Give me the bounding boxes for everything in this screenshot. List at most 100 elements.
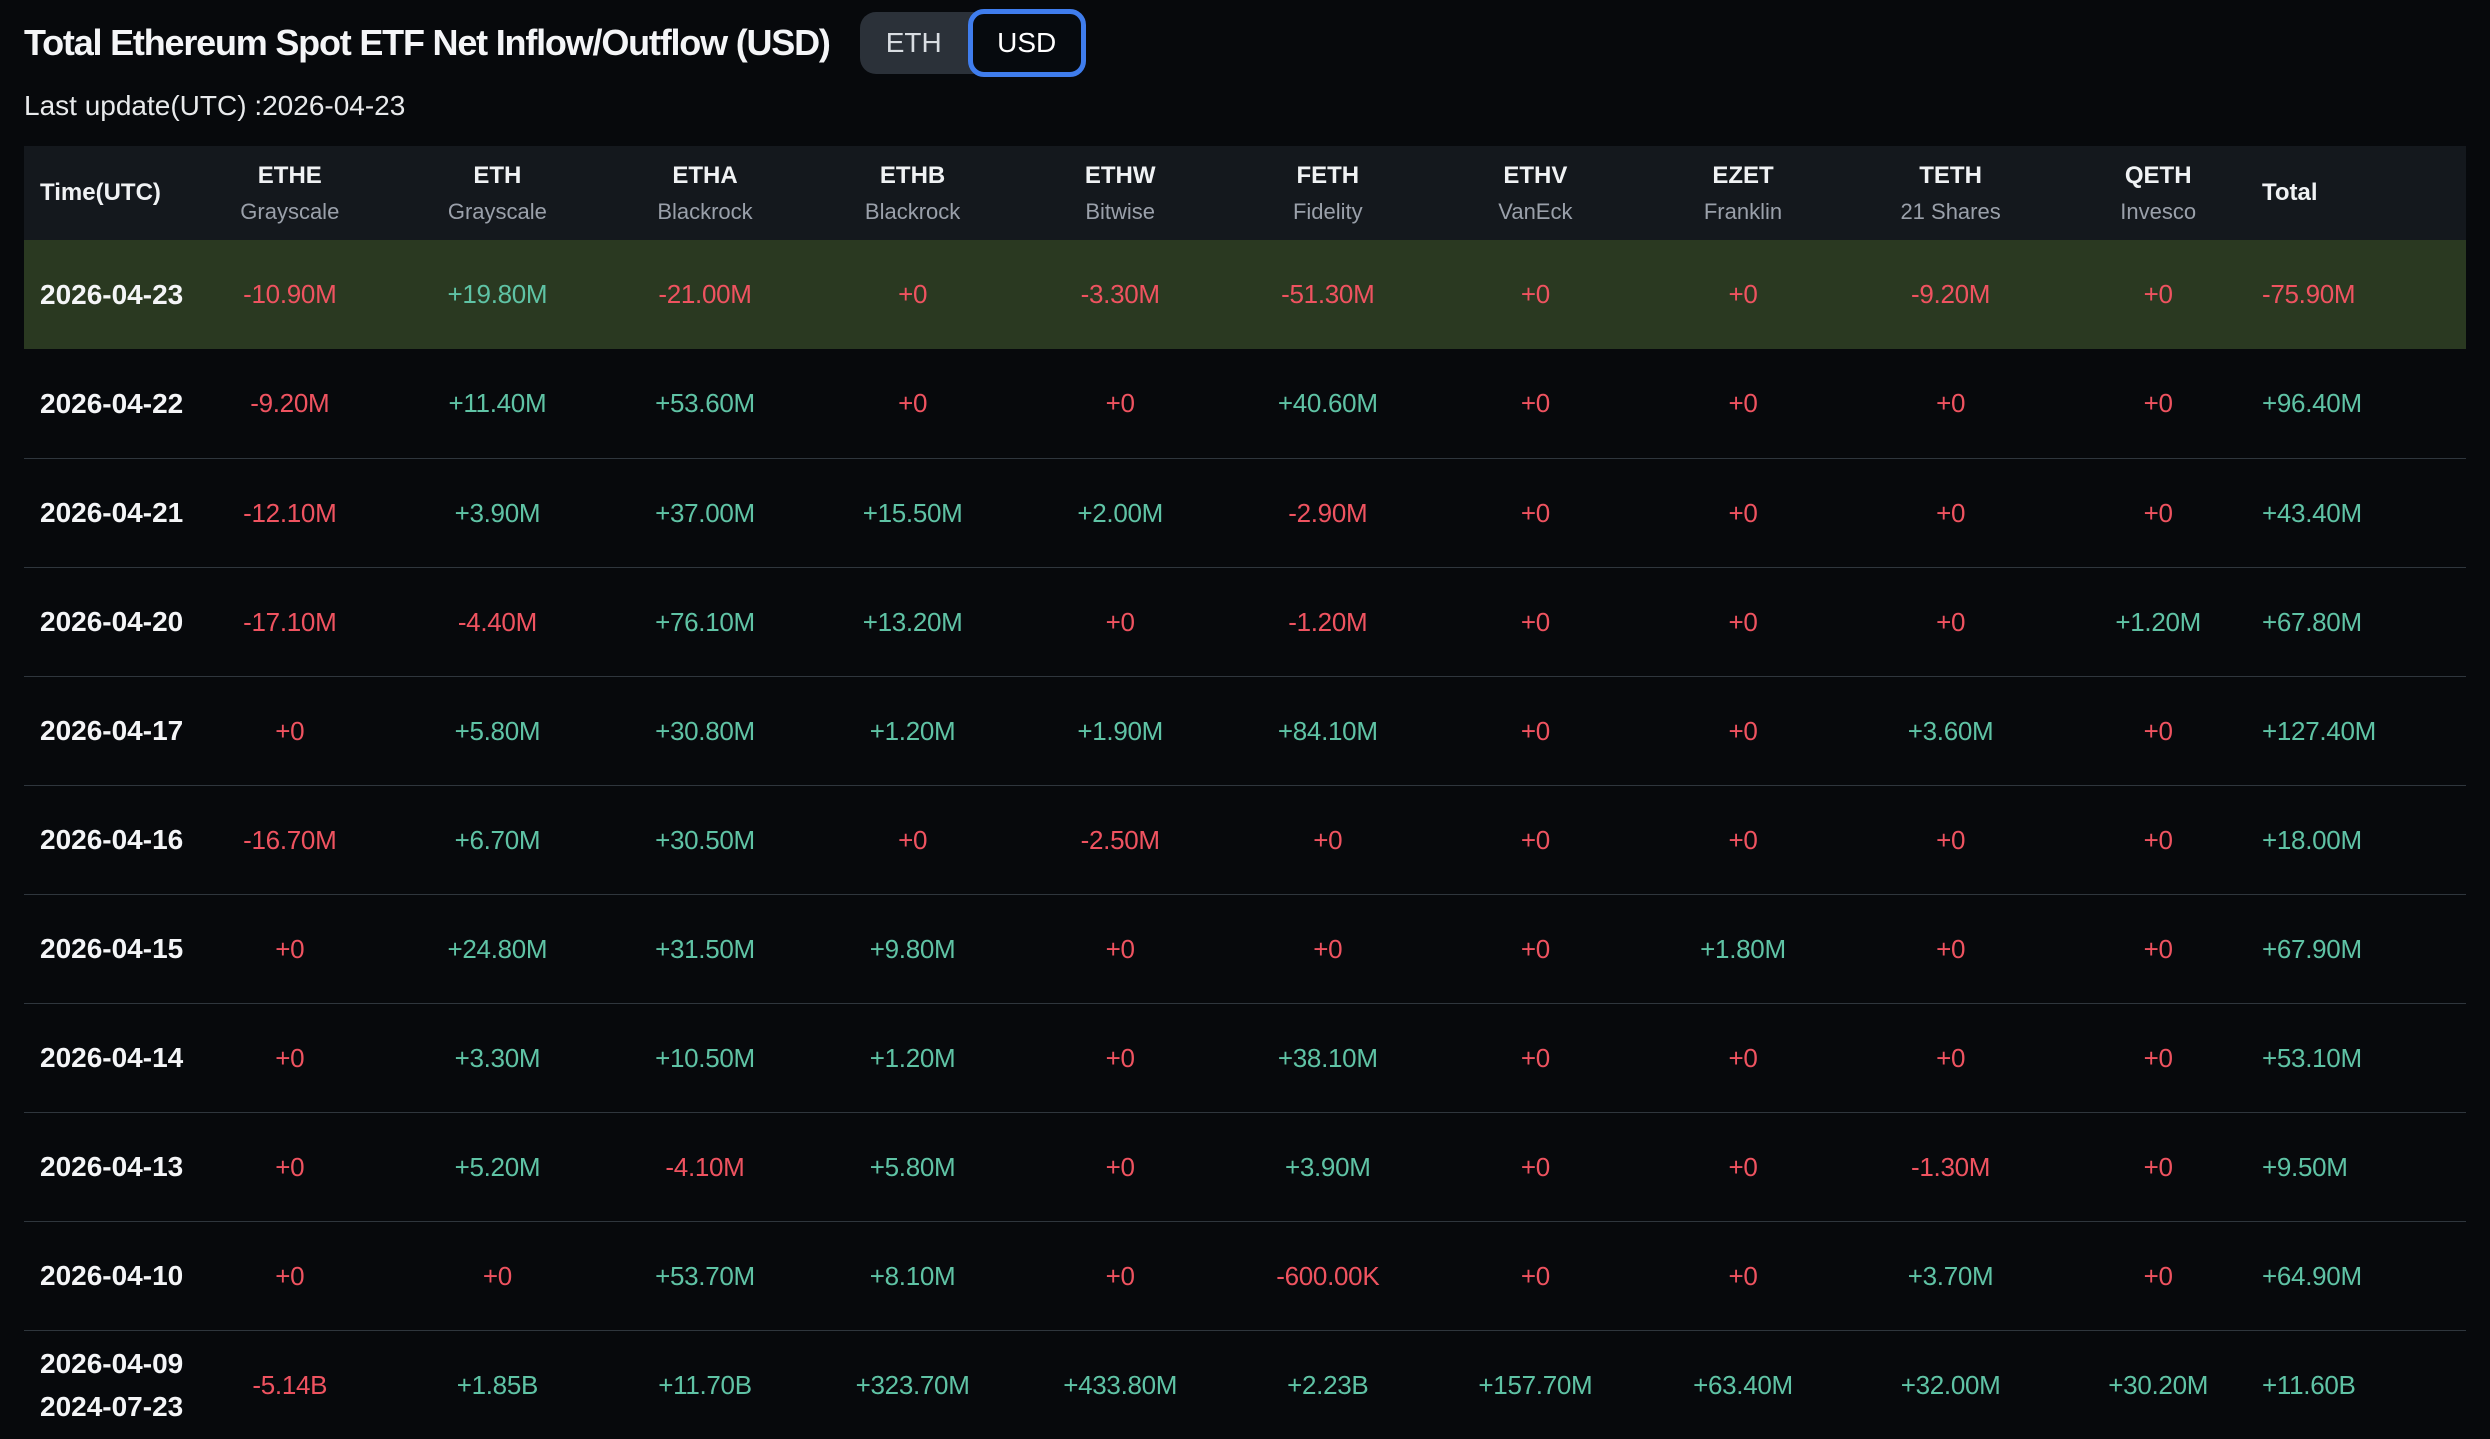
value-cell: +3.60M xyxy=(1847,716,2055,747)
value-cell: +0 xyxy=(1847,498,2055,529)
value-cell: +0 xyxy=(2054,825,2262,856)
table-row: 2026-04-13+0+5.20M-4.10M+5.80M+0+3.90M+0… xyxy=(24,1112,2466,1221)
value-cell: +0 xyxy=(1639,1043,1847,1074)
date-cell: 2026-04-23 xyxy=(24,273,186,316)
value-cell: +2.00M xyxy=(1016,498,1224,529)
value-cell: +0 xyxy=(1639,1152,1847,1183)
value-cell: +32.00M xyxy=(1847,1370,2055,1401)
value-cell: +0 xyxy=(1639,388,1847,419)
value-cell: +0 xyxy=(1432,1261,1640,1292)
value-cell: +0 xyxy=(1016,607,1224,638)
total-cell: +67.90M xyxy=(2262,934,2466,965)
value-cell: +1.80M xyxy=(1639,934,1847,965)
date-cell: 2026-04-20 xyxy=(24,600,186,643)
value-cell: +24.80M xyxy=(394,934,602,965)
table-row: 2026-04-10+0+0+53.70M+8.10M+0-600.00K+0+… xyxy=(24,1221,2466,1330)
date-cell: 2026-04-22 xyxy=(24,382,186,425)
value-cell: +2.23B xyxy=(1224,1370,1432,1401)
value-cell: +38.10M xyxy=(1224,1043,1432,1074)
value-cell: -4.40M xyxy=(394,607,602,638)
value-cell: +30.50M xyxy=(601,825,809,856)
date-cell: 2026-04-17 xyxy=(24,709,186,752)
col-issuer: VanEck xyxy=(1432,199,1640,225)
value-cell: +0 xyxy=(1847,388,2055,419)
col-issuer: 21 Shares xyxy=(1847,199,2055,225)
date-cell: 2026-04-14 xyxy=(24,1036,186,1079)
col-issuer: Fidelity xyxy=(1224,199,1432,225)
value-cell: +3.70M xyxy=(1847,1261,2055,1292)
value-cell: -2.50M xyxy=(1016,825,1224,856)
value-cell: +6.70M xyxy=(394,825,602,856)
total-cell: +11.60B xyxy=(2262,1370,2466,1401)
col-header-time: Time(UTC) xyxy=(24,179,186,207)
col-issuer: Grayscale xyxy=(186,199,394,225)
date-line: 2026-04-21 xyxy=(40,491,186,534)
date-line: 2026-04-23 xyxy=(40,273,186,316)
value-cell: +157.70M xyxy=(1432,1370,1640,1401)
table-row: 2026-04-22-9.20M+11.40M+53.60M+0+0+40.60… xyxy=(24,349,2466,458)
col-header-qeth: QETHInvesco xyxy=(2054,162,2262,225)
value-cell: +0 xyxy=(1639,716,1847,747)
value-cell: +0 xyxy=(1432,825,1640,856)
value-cell: +31.50M xyxy=(601,934,809,965)
value-cell: +15.50M xyxy=(809,498,1017,529)
toggle-eth-button[interactable]: ETH xyxy=(860,12,968,74)
value-cell: -9.20M xyxy=(1847,279,2055,310)
col-header-ezet: EZETFranklin xyxy=(1639,162,1847,225)
value-cell: +1.85B xyxy=(394,1370,602,1401)
value-cell: +8.10M xyxy=(809,1261,1017,1292)
value-cell: +0 xyxy=(1432,607,1640,638)
col-ticker: ETH xyxy=(394,162,602,190)
total-cell: +43.40M xyxy=(2262,498,2466,529)
value-cell: +0 xyxy=(1432,1043,1640,1074)
date-cell: 2026-04-21 xyxy=(24,491,186,534)
etf-flow-table: Time(UTC) ETHEGrayscaleETHGrayscaleETHAB… xyxy=(24,146,2466,1439)
date-cell: 2026-04-10 xyxy=(24,1254,186,1297)
value-cell: +0 xyxy=(2054,498,2262,529)
table-body: 2026-04-23-10.90M+19.80M-21.00M+0-3.30M-… xyxy=(24,240,2466,1439)
value-cell: -9.20M xyxy=(186,388,394,419)
col-issuer: Blackrock xyxy=(601,199,809,225)
table-row: 2026-04-17+0+5.80M+30.80M+1.20M+1.90M+84… xyxy=(24,676,2466,785)
col-header-teth: TETH21 Shares xyxy=(1847,162,2055,225)
value-cell: +30.80M xyxy=(601,716,809,747)
value-cell: +0 xyxy=(1847,934,2055,965)
value-cell: +1.20M xyxy=(809,716,1017,747)
total-cell: +64.90M xyxy=(2262,1261,2466,1292)
value-cell: +0 xyxy=(1432,388,1640,419)
value-cell: +0 xyxy=(186,1152,394,1183)
value-cell: +0 xyxy=(2054,1152,2262,1183)
value-cell: -3.30M xyxy=(1016,279,1224,310)
value-cell: +0 xyxy=(1224,934,1432,965)
date-line: 2026-04-17 xyxy=(40,709,186,752)
toggle-usd-button[interactable]: USD xyxy=(968,9,1086,77)
value-cell: +433.80M xyxy=(1016,1370,1224,1401)
value-cell: +0 xyxy=(1224,825,1432,856)
value-cell: +0 xyxy=(1016,388,1224,419)
total-cell: +53.10M xyxy=(2262,1043,2466,1074)
value-cell: +0 xyxy=(1639,825,1847,856)
value-cell: +3.90M xyxy=(1224,1152,1432,1183)
value-cell: +0 xyxy=(1639,1261,1847,1292)
value-cell: +3.30M xyxy=(394,1043,602,1074)
value-cell: +0 xyxy=(1432,934,1640,965)
col-ticker: ETHW xyxy=(1016,162,1224,190)
value-cell: -1.30M xyxy=(1847,1152,2055,1183)
value-cell: +53.60M xyxy=(601,388,809,419)
table-row: 2026-04-15+0+24.80M+31.50M+9.80M+0+0+0+1… xyxy=(24,894,2466,1003)
value-cell: +0 xyxy=(1016,1152,1224,1183)
col-header-ethb: ETHBBlackrock xyxy=(809,162,1017,225)
total-cell: +96.40M xyxy=(2262,388,2466,419)
col-header-ethv: ETHVVanEck xyxy=(1432,162,1640,225)
date-line: 2026-04-10 xyxy=(40,1254,186,1297)
value-cell: +5.80M xyxy=(809,1152,1017,1183)
value-cell: +0 xyxy=(2054,716,2262,747)
date-line: 2024-07-23 xyxy=(40,1385,186,1428)
value-cell: +9.80M xyxy=(809,934,1017,965)
col-issuer: Blackrock xyxy=(809,199,1017,225)
value-cell: -1.20M xyxy=(1224,607,1432,638)
value-cell: +0 xyxy=(2054,934,2262,965)
date-cell: 2026-04-13 xyxy=(24,1145,186,1188)
value-cell: +0 xyxy=(1432,498,1640,529)
date-cell: 2026-04-15 xyxy=(24,927,186,970)
